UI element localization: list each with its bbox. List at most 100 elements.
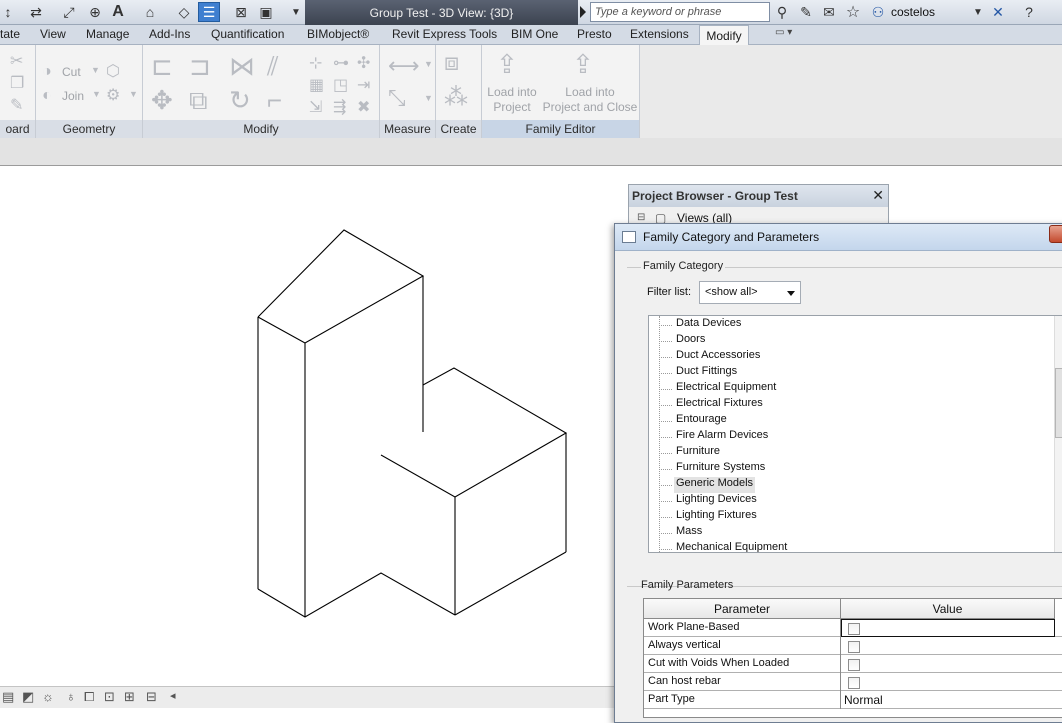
category-list-scrollbar[interactable] — [1054, 316, 1062, 552]
user-menu-arrow-icon[interactable]: ▼ — [972, 3, 984, 21]
3d-view-icon[interactable]: ⌂ — [140, 3, 160, 21]
scroll-left-icon[interactable]: ◂ — [170, 689, 176, 702]
align-dimension-icon[interactable]: ⇄ — [26, 3, 46, 21]
scrollbar-thumb[interactable] — [1055, 368, 1062, 438]
load-into-project-and-close-button[interactable]: Load into Project and Close — [540, 85, 640, 115]
text-icon[interactable]: A — [110, 3, 126, 21]
customize-quick-access-icon[interactable]: ▼ — [290, 3, 302, 21]
trim-multiple-icon[interactable]: ⇶ — [333, 97, 346, 117]
parameter-checkbox[interactable] — [848, 641, 860, 653]
category-item[interactable]: Furniture Systems — [676, 461, 765, 477]
category-item[interactable]: Furniture — [676, 445, 720, 461]
visual-style-icon[interactable]: ◩ — [22, 689, 34, 705]
filter-list-select[interactable]: <show all> — [699, 281, 801, 304]
dimension-dropdown-icon[interactable]: ▼ — [424, 93, 433, 103]
trim-extend-icon[interactable]: ⌐ — [267, 85, 282, 116]
tab-extensions[interactable]: Extensions — [630, 27, 689, 41]
mirror-pick-axis-icon[interactable]: ⋈ — [229, 51, 255, 82]
focused-cell[interactable] — [841, 619, 1055, 637]
array-icon[interactable]: ▦ — [309, 75, 324, 95]
spot-elevation-icon[interactable]: ⊕ — [86, 3, 104, 21]
dialog-close-button[interactable] — [1049, 225, 1062, 243]
tab-manage[interactable]: Manage — [86, 27, 129, 41]
category-list[interactable]: Data Devices Doors Duct Accessories Duct Fi… — [648, 315, 1062, 553]
wall-joins-dropdown-icon[interactable]: ▼ — [129, 89, 138, 99]
search-expand-icon[interactable] — [580, 6, 586, 18]
user-name[interactable]: costelos — [891, 5, 935, 19]
match-properties-icon[interactable]: ✎ — [10, 95, 23, 115]
aligned-dimension-icon[interactable]: ⤡ — [388, 85, 406, 111]
category-item[interactable]: Duct Accessories — [676, 349, 760, 365]
tab-modify[interactable]: Modify — [699, 25, 749, 45]
rotate-icon[interactable]: ↻ — [229, 85, 251, 116]
pin-icon[interactable]: ✣ — [357, 53, 370, 73]
minimize-ribbon-icon[interactable]: ▭ ▾ — [775, 27, 792, 38]
tab-view[interactable]: View — [40, 27, 66, 41]
tab-annotate[interactable]: tate — [0, 27, 20, 41]
category-item[interactable]: Doors — [676, 333, 705, 349]
create-group-icon[interactable]: ⧈ — [444, 49, 459, 77]
category-item[interactable]: Mass — [676, 525, 702, 541]
binoculars-icon[interactable]: ⚲ — [773, 3, 791, 21]
parameter-checkbox[interactable] — [848, 659, 860, 671]
paint-icon[interactable]: ⬡ — [106, 61, 120, 81]
temporary-hide-icon[interactable]: ⊟ — [146, 689, 157, 705]
close-icon[interactable]: ✕ — [872, 187, 884, 204]
wall-joins-icon[interactable]: ⚙ — [106, 85, 120, 105]
expand-icon[interactable]: ⊟ — [637, 212, 645, 223]
category-item[interactable]: Entourage — [676, 413, 727, 429]
create-similar-icon[interactable]: ⁂ — [444, 83, 468, 112]
offset-icon[interactable]: ⊐ — [189, 51, 211, 82]
cut-dropdown-icon[interactable]: ▼ — [91, 65, 100, 75]
column-header-parameter[interactable]: Parameter — [644, 599, 841, 619]
cut-scissors-icon[interactable]: ✂ — [10, 51, 23, 71]
join-dropdown-icon[interactable]: ▼ — [92, 89, 101, 99]
crop-view-icon[interactable]: ⧠ — [84, 689, 94, 705]
category-item[interactable]: Mechanical Equipment — [676, 541, 787, 552]
thin-lines-icon[interactable]: ☰ — [198, 2, 220, 22]
favorites-star-icon[interactable]: ☆ — [844, 3, 862, 21]
communication-center-icon[interactable]: ✉ — [820, 3, 838, 21]
tab-quantification[interactable]: Quantification — [211, 27, 284, 41]
cut-button[interactable]: Cut — [62, 65, 81, 79]
dimension-icon[interactable]: ⤢ — [60, 3, 78, 21]
join-button[interactable]: Join — [62, 89, 84, 103]
category-item[interactable]: Duct Fittings — [676, 365, 737, 381]
section-icon[interactable]: ◇ — [176, 3, 192, 21]
tab-add-ins[interactable]: Add-Ins — [149, 27, 190, 41]
category-item[interactable]: Lighting Fixtures — [676, 509, 757, 525]
sun-path-icon[interactable]: ☼ — [42, 689, 54, 704]
switch-windows-icon[interactable]: ▣ — [256, 3, 276, 21]
tab-bimobject[interactable]: BIMobject® — [307, 27, 369, 41]
tab-revit-express-tools[interactable]: Revit Express Tools — [392, 27, 497, 41]
user-icon[interactable]: ⚇ — [869, 3, 887, 21]
detail-level-icon[interactable]: ▤ — [2, 689, 14, 705]
copy-icon[interactable]: ❐ — [10, 73, 24, 93]
unpin-icon[interactable]: ⇥ — [357, 75, 370, 95]
category-item[interactable]: Fire Alarm Devices — [676, 429, 768, 445]
measure-between-references-icon[interactable]: ⟷ — [388, 53, 420, 79]
tab-presto[interactable]: Presto — [577, 27, 612, 41]
exchange-apps-icon[interactable]: ✕ — [988, 3, 1008, 21]
split-gap-icon[interactable]: ⊶ — [333, 53, 349, 73]
help-icon[interactable]: ? — [1020, 3, 1038, 21]
qa-tool-icon[interactable]: ↕ — [0, 3, 16, 21]
scale-icon[interactable]: ◳ — [333, 75, 348, 95]
parameter-value[interactable]: Normal — [844, 693, 883, 707]
column-header-value[interactable]: Value — [841, 599, 1055, 619]
split-element-icon[interactable]: ⊹ — [309, 53, 322, 73]
subscription-center-icon[interactable]: ✎ — [797, 3, 815, 21]
align-icon[interactable]: ⊏ — [151, 51, 173, 82]
load-into-project-button[interactable]: Load into Project — [482, 85, 542, 115]
delete-icon[interactable]: ✖ — [357, 97, 370, 117]
search-input[interactable]: Type a keyword or phrase — [590, 2, 770, 22]
copy-element-icon[interactable]: ⧉ — [189, 85, 208, 117]
trim-single-icon[interactable]: ⇲ — [309, 97, 322, 117]
category-item[interactable]: Data Devices — [676, 317, 741, 333]
lock-3d-view-icon[interactable]: ⊞ — [124, 689, 135, 705]
tab-bim-one[interactable]: BIM One — [511, 27, 558, 41]
category-item[interactable]: Generic Models — [674, 477, 756, 493]
category-item[interactable]: Electrical Equipment — [676, 381, 776, 397]
move-icon[interactable]: ✥ — [151, 85, 173, 116]
mirror-draw-axis-icon[interactable]: ⫽ — [267, 51, 279, 83]
